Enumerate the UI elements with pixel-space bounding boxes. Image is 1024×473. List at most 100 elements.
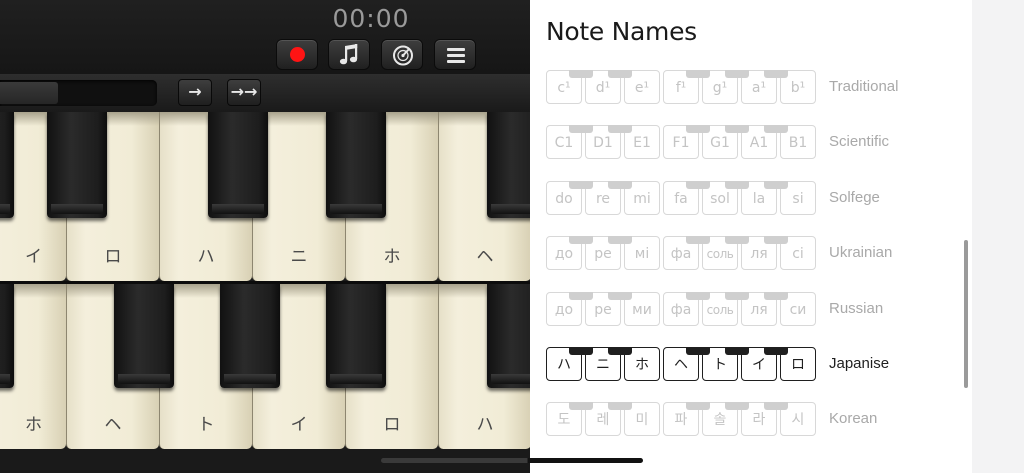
upper-keyboard: イ ロ ハ ニ ホ ヘ: [0, 112, 530, 281]
piano-black-key[interactable]: [220, 284, 280, 388]
top-toolbar: 00:00: [0, 0, 530, 74]
key-label: ニ: [290, 247, 308, 267]
mini-black-key: [686, 236, 710, 244]
home-indicator[interactable]: [381, 458, 643, 463]
mini-keyboard-preview: C1 D1 E1 F1 G1 A1 B1: [546, 125, 816, 161]
mini-black-key: [725, 347, 749, 355]
mini-black-key: [608, 236, 632, 244]
key-label: イ: [290, 415, 308, 435]
mini-black-key: [608, 402, 632, 410]
mini-black-key: [569, 402, 593, 410]
piano-black-key[interactable]: [47, 112, 107, 218]
key-label: イ: [25, 247, 42, 267]
note-name-option[interactable]: ハニホヘトイロ Japanise: [530, 347, 972, 387]
mini-keyboard-preview: до ре мі фа соль ля сі: [546, 236, 816, 272]
mini-black-key: [764, 292, 788, 300]
mini-black-key: [725, 181, 749, 189]
mini-black-key: [725, 125, 749, 133]
record-icon: [290, 47, 305, 62]
mini-black-key: [764, 236, 788, 244]
key-label: ロ: [104, 247, 122, 267]
mini-black-key: [608, 292, 632, 300]
mini-black-key: [686, 125, 710, 133]
option-label: Ukrainian: [829, 244, 893, 261]
mini-black-key: [569, 236, 593, 244]
mini-black-key: [608, 347, 632, 355]
record-button[interactable]: [276, 39, 318, 70]
mini-keyboard-preview: do re mi fa sol la si: [546, 181, 816, 217]
mini-black-key: [569, 125, 593, 133]
mini-black-key: [569, 70, 593, 78]
piano-black-key[interactable]: [326, 112, 386, 218]
shift-two-octaves-button[interactable]: →→: [227, 79, 261, 106]
key-label: ホ: [25, 415, 42, 435]
mini-black-key: [686, 181, 710, 189]
mini-black-key: [608, 125, 632, 133]
note-name-option[interactable]: до ре ми фа соль ля си Russian: [530, 292, 972, 332]
mini-black-key: [569, 292, 593, 300]
piano-black-key[interactable]: [326, 284, 386, 388]
note-name-option[interactable]: до ре мі фа соль ля сі Ukrainian: [530, 236, 972, 276]
key-label: ハ: [476, 415, 494, 435]
option-label: Solfege: [829, 189, 880, 206]
mini-black-key: [725, 236, 749, 244]
music-note-icon: [339, 44, 358, 65]
piano-app: 00:00 → →→ イ ロ ハ ニ ホ ヘ ホ ヘ ト イ ロ ハ: [0, 0, 530, 473]
piano-black-key[interactable]: [0, 284, 14, 388]
key-label: ト: [197, 415, 215, 435]
tempo-button[interactable]: [381, 39, 423, 70]
mini-keyboard-preview: ハニホヘトイロ: [546, 347, 816, 383]
note-name-option[interactable]: 도 레 미 파 솔 라 시 Korean: [530, 402, 972, 442]
key-label: ロ: [383, 415, 401, 435]
menu-button[interactable]: [434, 39, 476, 70]
key-label: ヘ: [476, 247, 494, 267]
piano-black-key[interactable]: [114, 284, 174, 388]
mini-keyboard-preview: 도레미파솔라시: [546, 402, 816, 438]
piano-black-key[interactable]: [487, 284, 530, 388]
mini-black-key: [764, 402, 788, 410]
mini-keyboard-preview: c¹ d¹ e¹ f¹ g¹ a¹ b¹: [546, 70, 816, 106]
option-label: Russian: [829, 300, 884, 317]
piano-black-key[interactable]: [487, 112, 530, 218]
right-margin: [972, 0, 1024, 473]
mini-black-key: [569, 347, 593, 355]
mini-black-key: [725, 292, 749, 300]
option-label: Scientific: [829, 133, 890, 150]
metronome-icon: [393, 45, 413, 66]
note-name-option[interactable]: C1 D1 E1 F1 G1 A1 B1 Scientific: [530, 125, 972, 165]
keyboard-scroll-strip: → →→: [0, 74, 530, 113]
panel-scrollbar[interactable]: [964, 240, 968, 388]
mini-black-key: [725, 402, 749, 410]
note-name-option[interactable]: do re mi fa sol la si Solfege: [530, 181, 972, 221]
mini-keyboard-preview: до ре ми фа соль ля си: [546, 292, 816, 328]
lower-keyboard: ホ ヘ ト イ ロ ハ: [0, 284, 530, 449]
mini-black-key: [686, 347, 710, 355]
option-label: Traditional: [829, 78, 899, 95]
keyboard-position-thumb[interactable]: [0, 82, 58, 104]
piano-black-key[interactable]: [0, 112, 14, 218]
hamburger-menu-icon: [447, 48, 465, 63]
mini-black-key: [764, 181, 788, 189]
mini-black-key: [608, 70, 632, 78]
note-name-option[interactable]: c¹ d¹ e¹ f¹ g¹ a¹ b¹ Traditional: [530, 70, 972, 110]
mini-black-key: [764, 347, 788, 355]
keyboard-position-slider[interactable]: [0, 80, 157, 106]
key-label: ハ: [197, 247, 215, 267]
mini-black-key: [764, 70, 788, 78]
shift-octave-button[interactable]: →: [178, 79, 212, 106]
recording-timer: 00:00: [332, 4, 410, 33]
mini-black-key: [764, 125, 788, 133]
note-names-panel: Note Names c¹ d¹ e¹ f¹ g¹ a¹ b¹ Traditional C1 D1…: [530, 0, 972, 473]
mini-black-key: [686, 292, 710, 300]
piano-black-key[interactable]: [208, 112, 268, 218]
mini-black-key: [569, 181, 593, 189]
mini-black-key: [686, 70, 710, 78]
mini-black-key: [608, 181, 632, 189]
mini-black-key: [725, 70, 749, 78]
key-label: ヘ: [104, 415, 122, 435]
option-label: Korean: [829, 410, 878, 427]
option-label: Japanise: [829, 355, 890, 372]
key-label: ホ: [383, 247, 401, 267]
panel-title: Note Names: [546, 17, 697, 46]
notes-button[interactable]: [328, 39, 370, 70]
